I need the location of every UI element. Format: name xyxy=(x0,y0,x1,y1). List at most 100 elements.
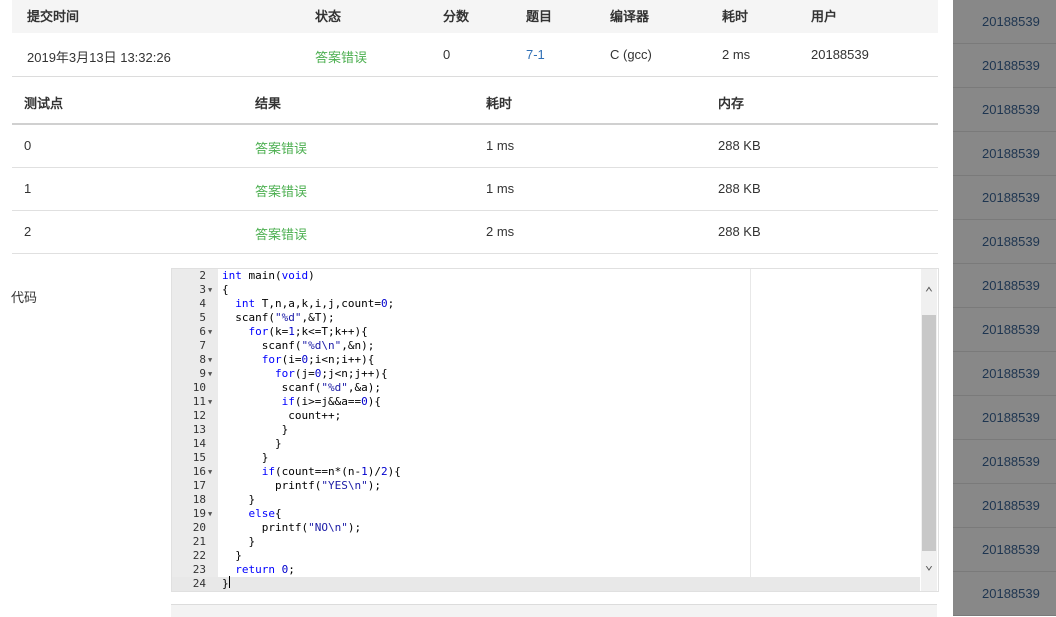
code-text: } xyxy=(222,451,269,464)
sidebar-user-label: 20188539 xyxy=(982,410,1040,425)
header-user: 用户 xyxy=(811,9,838,24)
fold-triangle-icon[interactable]: ▼ xyxy=(208,325,216,339)
line-number: 12 xyxy=(192,409,206,422)
fold-triangle-icon[interactable]: ▼ xyxy=(208,283,216,297)
line-number: 5 xyxy=(199,311,206,324)
code-line[interactable]: 12 count++; xyxy=(172,409,920,423)
header-time-used: 耗时 xyxy=(722,9,749,24)
submission-table-header: 提交时间 状态 分数 题目 编译器 耗时 用户 xyxy=(12,0,938,34)
code-text: { xyxy=(222,283,229,296)
code-line[interactable]: 4 int T,n,a,k,i,j,count=0; xyxy=(172,297,920,311)
header-testpoint: 测试点 xyxy=(24,96,64,111)
testpoint-id: 2 xyxy=(24,224,32,239)
code-line[interactable]: 5 scanf("%d",&T); xyxy=(172,311,920,325)
code-line[interactable]: 22 } xyxy=(172,549,920,563)
sidebar-user-item[interactable]: 20188539 xyxy=(953,0,1056,44)
code-line[interactable]: 14 } xyxy=(172,437,920,451)
sidebar-user-item[interactable]: 20188539 xyxy=(953,396,1056,440)
code-line[interactable]: 9 ▼ for(j=0;j<n;j++){ xyxy=(172,367,920,381)
line-number: 17 xyxy=(192,479,206,492)
problem-link[interactable]: 7-1 xyxy=(526,47,545,62)
chevron-down-icon[interactable]: ⌄ xyxy=(921,557,937,573)
sidebar-user-item[interactable]: 20188539 xyxy=(953,352,1056,396)
code-editor[interactable]: 2 int main(void) 3 ▼{4 int T,n,a,k,i,j,coun… xyxy=(171,268,939,592)
editor-scrollbar[interactable]: ⌃ ⌄ xyxy=(921,269,937,591)
fold-triangle-icon[interactable]: ▼ xyxy=(208,395,216,409)
sidebar-user-item[interactable]: 20188539 xyxy=(953,88,1056,132)
code-line[interactable]: 10 scanf("%d",&a); xyxy=(172,381,920,395)
submission-row: 2019年3月13日 13:32:26 答案错误 0 7-1 C (gcc) 2… xyxy=(12,33,938,77)
code-line[interactable]: 15 } xyxy=(172,451,920,465)
code-line[interactable]: 20 printf("NO\n"); xyxy=(172,521,920,535)
fold-triangle-icon[interactable]: ▼ xyxy=(208,465,216,479)
score-value: 0 xyxy=(443,47,451,62)
scrollbar-thumb[interactable] xyxy=(922,315,936,551)
text-cursor xyxy=(229,576,230,588)
line-number: 19 xyxy=(192,507,206,520)
code-line[interactable]: 23 return 0; xyxy=(172,563,920,577)
testpoint-time: 2 ms xyxy=(486,224,515,239)
code-line[interactable]: 7 scanf("%d\n",&n); xyxy=(172,339,920,353)
sidebar-user-item[interactable]: 20188539 xyxy=(953,264,1056,308)
code-label: 代码 xyxy=(11,290,38,305)
code-line[interactable]: 18 } xyxy=(172,493,920,507)
code-text: scanf("%d",&a); xyxy=(281,381,381,394)
sidebar-user-item[interactable]: 20188539 xyxy=(953,528,1056,572)
code-text: else{ xyxy=(248,507,282,520)
code-line[interactable]: 6 ▼ for(k=1;k<=T;k++){ xyxy=(172,325,920,339)
testpoint-id: 1 xyxy=(24,181,32,196)
line-number: 3 xyxy=(199,283,206,296)
sidebar-user-item[interactable]: 20188539 xyxy=(953,132,1056,176)
sidebar-user-label: 20188539 xyxy=(982,190,1040,205)
fold-triangle-icon[interactable]: ▼ xyxy=(208,507,216,521)
code-line[interactable]: 21 } xyxy=(172,535,920,549)
testpoint-memory: 288 KB xyxy=(718,224,761,239)
line-number: 6 xyxy=(199,325,206,338)
code-line[interactable]: 24} xyxy=(172,577,920,591)
sidebar-user-item[interactable]: 20188539 xyxy=(953,220,1056,264)
bottom-panel xyxy=(171,604,937,617)
code-line[interactable]: 13 } xyxy=(172,423,920,437)
code-line[interactable]: 17 printf("YES\n"); xyxy=(172,479,920,493)
header-time: 耗时 xyxy=(486,96,513,111)
sidebar-user-item[interactable]: 20188539 xyxy=(953,308,1056,352)
sidebar-user-label: 20188539 xyxy=(982,58,1040,73)
header-score: 分数 xyxy=(443,9,470,24)
code-line[interactable]: 11 ▼ if(i>=j&&a==0){ xyxy=(172,395,920,409)
code-line[interactable]: 19 ▼ else{ xyxy=(172,507,920,521)
line-number: 16 xyxy=(192,465,206,478)
sidebar-user-item[interactable]: 20188539 xyxy=(953,44,1056,88)
code-text: scanf("%d\n",&n); xyxy=(261,339,375,352)
header-memory: 内存 xyxy=(718,96,745,111)
line-number: 7 xyxy=(199,339,206,352)
line-number: 2 xyxy=(199,269,206,282)
sidebar-user-label: 20188539 xyxy=(982,322,1040,337)
code-line[interactable]: 8 ▼ for(i=0;i<n;i++){ xyxy=(172,353,920,367)
line-number: 20 xyxy=(192,521,206,534)
fold-triangle-icon[interactable]: ▼ xyxy=(208,367,216,381)
sidebar-user-label: 20188539 xyxy=(982,454,1040,469)
testpoint-result: 答案错误 xyxy=(255,184,308,199)
sidebar-user-label: 20188539 xyxy=(982,14,1040,29)
sidebar-user-item[interactable]: 20188539 xyxy=(953,572,1056,616)
code-line[interactable]: 16 ▼ if(count==n*(n-1)/2){ xyxy=(172,465,920,479)
code-text: if(i>=j&&a==0){ xyxy=(281,395,381,408)
fold-triangle-icon[interactable]: ▼ xyxy=(208,353,216,367)
sidebar-user-item[interactable]: 20188539 xyxy=(953,484,1056,528)
code-text: } xyxy=(222,549,242,562)
code-line[interactable]: 2 int main(void) xyxy=(172,269,920,283)
table-row: 1 答案错误 1 ms 288 KB xyxy=(12,168,938,211)
header-result: 结果 xyxy=(255,96,282,111)
sidebar-user-item[interactable]: 20188539 xyxy=(953,440,1056,484)
code-line[interactable]: 3 ▼ { xyxy=(172,283,920,297)
chevron-up-icon[interactable]: ⌃ xyxy=(921,285,937,301)
user-value: 20188539 xyxy=(811,47,869,62)
header-status: 状态 xyxy=(315,9,342,24)
code-text: count++; xyxy=(288,409,342,422)
line-number: 10 xyxy=(192,381,206,394)
sidebar-user-label: 20188539 xyxy=(982,498,1040,513)
code-text: for(k=1;k<=T;k++){ xyxy=(248,325,368,338)
line-number: 4 xyxy=(199,297,206,310)
code-text: scanf("%d",&T); xyxy=(235,311,335,324)
sidebar-user-item[interactable]: 20188539 xyxy=(953,176,1056,220)
